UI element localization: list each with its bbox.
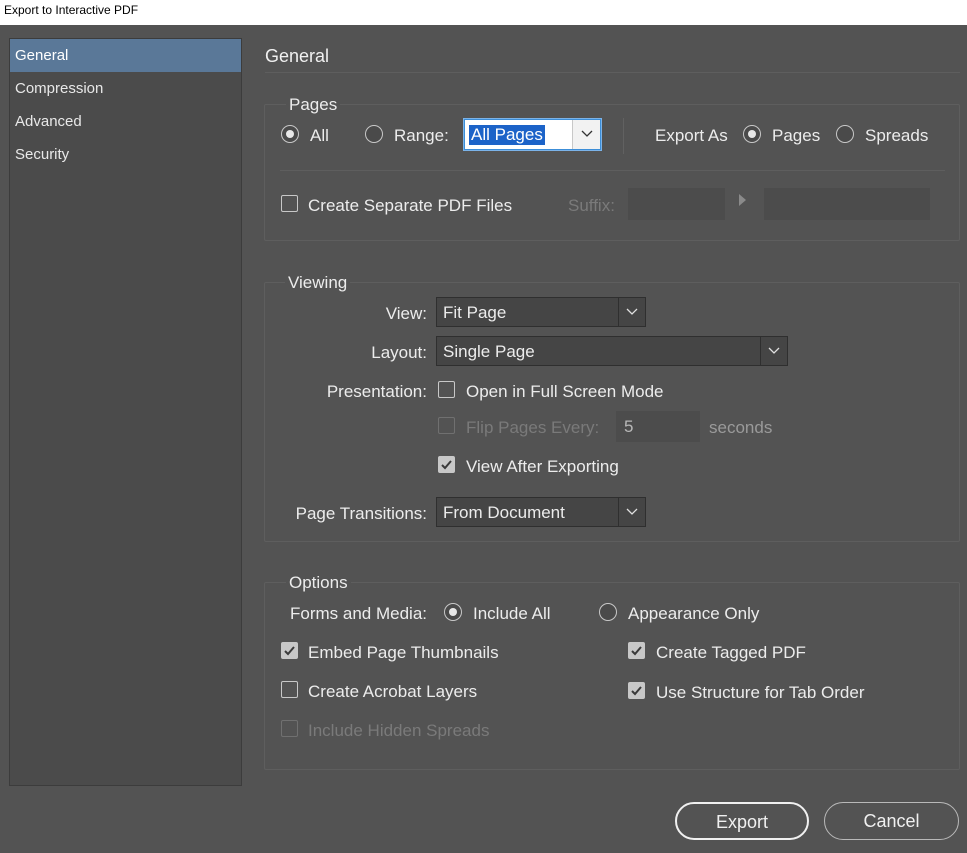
pages-range-label: Range: bbox=[394, 126, 449, 145]
forms-media-label: Forms and Media: bbox=[290, 604, 427, 623]
transitions-dropdown[interactable]: From Document bbox=[436, 497, 646, 527]
export-as-pages-label: Pages bbox=[772, 126, 821, 145]
appearance-only-label: Appearance Only bbox=[628, 604, 760, 623]
acrobat-layers-label: Create Acrobat Layers bbox=[308, 682, 478, 701]
transitions-dropdown-value: From Document bbox=[443, 503, 565, 522]
export-as-pages-radio[interactable] bbox=[743, 125, 761, 143]
layout-dropdown-value: Single Page bbox=[443, 342, 535, 361]
acrobat-layers-checkbox[interactable] bbox=[281, 681, 298, 698]
separate-files-checkbox[interactable] bbox=[281, 195, 298, 212]
suffix-preset-field[interactable] bbox=[764, 188, 930, 220]
view-dropdown-value: Fit Page bbox=[443, 303, 507, 322]
flip-pages-field[interactable]: 5 bbox=[616, 411, 700, 442]
chevron-down-icon[interactable] bbox=[618, 498, 645, 526]
tab-order-checkbox[interactable] bbox=[628, 682, 645, 699]
pages-row-divider bbox=[280, 170, 945, 171]
view-after-label: View After Exporting bbox=[466, 457, 619, 476]
range-dropdown[interactable]: All Pages bbox=[464, 119, 601, 150]
checkmark-icon bbox=[631, 646, 642, 656]
sidebar: General Compression Advanced Security bbox=[9, 38, 242, 786]
separate-files-label: Create Separate PDF Files bbox=[308, 196, 513, 215]
checkmark-icon bbox=[441, 460, 452, 470]
embed-thumbnails-label: Embed Page Thumbnails bbox=[308, 643, 499, 662]
range-dropdown-value: All Pages bbox=[469, 125, 545, 145]
layout-label: Layout: bbox=[371, 343, 427, 362]
tab-order-label: Use Structure for Tab Order bbox=[656, 683, 865, 702]
export-as-label: Export As bbox=[655, 126, 728, 145]
export-as-spreads-label: Spreads bbox=[865, 126, 929, 145]
checkmark-icon bbox=[284, 646, 295, 656]
checkmark-icon bbox=[631, 686, 642, 696]
viewing-group-label: Viewing bbox=[285, 273, 351, 293]
cancel-button[interactable]: Cancel bbox=[824, 802, 959, 840]
hidden-spreads-checkbox[interactable] bbox=[281, 720, 298, 737]
embed-thumbnails-checkbox[interactable] bbox=[281, 642, 298, 659]
flip-pages-label: Flip Pages Every: bbox=[466, 418, 600, 437]
hidden-spreads-label: Include Hidden Spreads bbox=[308, 721, 490, 740]
sidebar-item-compression[interactable]: Compression bbox=[10, 72, 241, 105]
view-after-checkbox[interactable] bbox=[438, 456, 455, 473]
page-title: General bbox=[265, 46, 330, 66]
include-all-radio[interactable] bbox=[444, 603, 462, 621]
view-dropdown[interactable]: Fit Page bbox=[436, 297, 646, 327]
window-title: Export to Interactive PDF bbox=[0, 0, 967, 25]
flip-pages-unit: seconds bbox=[709, 418, 773, 437]
pages-all-radio[interactable] bbox=[281, 125, 299, 143]
include-all-label: Include All bbox=[473, 604, 551, 623]
caret-right-icon[interactable] bbox=[739, 193, 747, 211]
flip-pages-checkbox[interactable] bbox=[438, 417, 455, 434]
view-label: View: bbox=[385, 304, 427, 323]
presentation-label: Presentation: bbox=[326, 382, 427, 401]
export-as-spreads-radio[interactable] bbox=[836, 125, 854, 143]
full-screen-label: Open in Full Screen Mode bbox=[466, 382, 664, 401]
tagged-pdf-checkbox[interactable] bbox=[628, 642, 645, 659]
chevron-down-icon[interactable] bbox=[572, 120, 600, 149]
chevron-down-icon[interactable] bbox=[760, 337, 787, 365]
sidebar-item-security[interactable]: Security bbox=[10, 138, 241, 171]
transitions-label: Page Transitions: bbox=[295, 504, 427, 523]
title-divider bbox=[265, 72, 960, 73]
chevron-down-icon[interactable] bbox=[618, 298, 645, 326]
export-button[interactable]: Export bbox=[675, 802, 809, 840]
tagged-pdf-label: Create Tagged PDF bbox=[656, 643, 806, 662]
pages-divider bbox=[623, 118, 624, 154]
options-group-label: Options bbox=[286, 573, 351, 593]
full-screen-checkbox[interactable] bbox=[438, 381, 455, 398]
pages-group-label: Pages bbox=[286, 95, 341, 115]
suffix-field[interactable] bbox=[628, 188, 725, 220]
pages-group bbox=[264, 104, 960, 241]
suffix-label: Suffix: bbox=[568, 196, 615, 215]
pages-all-label: All bbox=[310, 126, 329, 145]
sidebar-item-general[interactable]: General bbox=[10, 39, 241, 72]
sidebar-item-advanced[interactable]: Advanced bbox=[10, 105, 241, 138]
flip-pages-value: 5 bbox=[624, 417, 634, 436]
pages-range-radio[interactable] bbox=[365, 125, 383, 143]
layout-dropdown[interactable]: Single Page bbox=[436, 336, 788, 366]
appearance-only-radio[interactable] bbox=[599, 603, 617, 621]
